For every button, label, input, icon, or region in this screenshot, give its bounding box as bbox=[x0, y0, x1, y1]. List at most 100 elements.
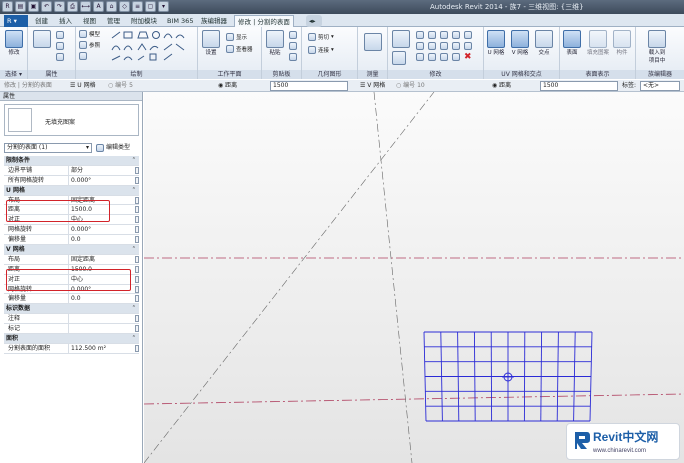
property-value[interactable]: 0.0 bbox=[68, 294, 133, 304]
associate-parameter-icon[interactable] bbox=[135, 275, 139, 283]
tab-insert[interactable]: 插入 bbox=[56, 15, 75, 27]
collapse-icon[interactable]: ⌃ bbox=[132, 186, 136, 195]
split-icon[interactable] bbox=[452, 31, 460, 39]
family-types-button[interactable] bbox=[56, 42, 64, 50]
associate-parameter-icon[interactable] bbox=[135, 265, 139, 273]
associate-parameter-icon[interactable] bbox=[135, 295, 139, 303]
property-row[interactable]: 布局 固定距离 bbox=[4, 254, 139, 265]
property-value[interactable]: 0.000° bbox=[68, 175, 133, 185]
trim-icon[interactable] bbox=[440, 42, 448, 50]
collapse-icon[interactable]: ⌃ bbox=[132, 156, 136, 165]
component-toggle[interactable]: 构件 bbox=[613, 30, 631, 56]
3d-view-icon[interactable]: ⌂ bbox=[106, 1, 117, 12]
collapse-icon[interactable]: ⌃ bbox=[132, 245, 136, 254]
drag-control-icon[interactable] bbox=[502, 371, 514, 383]
panel-label-select[interactable]: 选择 ▾ bbox=[0, 70, 27, 79]
print-icon[interactable]: ⎙ bbox=[67, 1, 78, 12]
surface-toggle[interactable]: 表面 bbox=[563, 30, 581, 56]
workplane-draw-button[interactable] bbox=[79, 52, 87, 60]
draw-tools-gallery[interactable] bbox=[110, 30, 194, 66]
tab-bim365[interactable]: BIM 365 bbox=[164, 15, 196, 27]
thin-lines-icon[interactable]: ≡ bbox=[132, 1, 143, 12]
measure-icon[interactable]: ⟷ bbox=[80, 1, 91, 12]
property-value[interactable]: 部分 bbox=[68, 165, 133, 175]
tab-create[interactable]: 创建 bbox=[32, 15, 51, 27]
measure-button[interactable] bbox=[364, 33, 382, 51]
associate-parameter-icon[interactable] bbox=[135, 325, 139, 333]
property-group-header[interactable]: U 网格 ⌃ bbox=[4, 185, 139, 196]
u-distance-field[interactable]: 1500 bbox=[270, 81, 348, 91]
pin-icon[interactable] bbox=[464, 31, 472, 39]
model-line-button[interactable]: 模型 bbox=[79, 30, 100, 38]
property-value[interactable] bbox=[68, 314, 133, 324]
undo-icon[interactable]: ↶ bbox=[41, 1, 52, 12]
modify-button[interactable]: 修改 bbox=[5, 30, 23, 56]
associate-parameter-icon[interactable] bbox=[135, 176, 139, 184]
join-geometry-button[interactable]: 连接 ▾ bbox=[308, 46, 334, 54]
tab-addins[interactable]: 附加模块 bbox=[128, 15, 160, 27]
tab-view[interactable]: 视图 bbox=[80, 15, 99, 27]
property-row[interactable]: 注释 bbox=[4, 314, 139, 325]
properties-button[interactable] bbox=[33, 30, 51, 48]
associate-parameter-icon[interactable] bbox=[135, 255, 139, 263]
u-number-radio[interactable]: ○ 编号 5 bbox=[108, 82, 133, 90]
associate-parameter-icon[interactable] bbox=[135, 344, 139, 352]
v-number-radio[interactable]: ○ 编号 10 bbox=[396, 82, 425, 90]
associate-parameter-icon[interactable] bbox=[135, 196, 139, 204]
property-group-header[interactable]: 面积 ⌃ bbox=[4, 334, 139, 344]
tag-dropdown[interactable]: <无> bbox=[640, 81, 680, 91]
v-distance-radio[interactable]: ◉ 距离 bbox=[492, 82, 511, 90]
fill-pattern-toggle[interactable]: 填充图案 bbox=[587, 30, 609, 56]
associate-parameter-icon[interactable] bbox=[135, 285, 139, 293]
delete-icon[interactable]: ✖ bbox=[464, 53, 472, 62]
offset-icon[interactable] bbox=[416, 31, 424, 39]
app-menu-icon[interactable]: R bbox=[2, 1, 13, 12]
align-button[interactable] bbox=[392, 30, 410, 48]
tab-family-editor[interactable]: 族编辑器 bbox=[198, 15, 230, 27]
ribbon-minimize-icon[interactable]: ◂▸ bbox=[306, 15, 322, 27]
type-selector-preview[interactable]: 无填充图案 bbox=[4, 104, 139, 136]
text-icon[interactable]: A bbox=[93, 1, 104, 12]
show-workplane-button[interactable]: 显示 bbox=[226, 33, 247, 41]
array-icon[interactable] bbox=[464, 42, 472, 50]
tab-modify-divided-surface[interactable]: 修改 | 分割的表面 bbox=[234, 15, 294, 27]
redo-icon[interactable]: ↷ bbox=[54, 1, 65, 12]
property-row[interactable]: 网格旋转 0.000° bbox=[4, 225, 139, 236]
associate-parameter-icon[interactable] bbox=[135, 216, 139, 224]
associate-parameter-icon[interactable] bbox=[135, 315, 139, 323]
associate-parameter-icon[interactable] bbox=[135, 206, 139, 214]
cut-to-clipboard-button[interactable] bbox=[289, 31, 297, 39]
intersects-button[interactable]: 交点 bbox=[535, 30, 553, 56]
type-properties-button[interactable] bbox=[56, 31, 64, 39]
match-type-button[interactable] bbox=[289, 53, 297, 61]
u-distance-radio[interactable]: ◉ 距离 bbox=[218, 82, 237, 90]
associate-parameter-icon[interactable] bbox=[135, 236, 139, 244]
paste-button[interactable]: 粘贴 bbox=[266, 30, 284, 56]
instance-filter-dropdown[interactable]: 分割的表面 (1) ▾ bbox=[4, 143, 92, 153]
family-category-button[interactable] bbox=[56, 53, 64, 61]
mirror-axis-icon[interactable] bbox=[428, 31, 436, 39]
drawing-area[interactable] bbox=[143, 91, 684, 463]
trim-extend-icon[interactable] bbox=[428, 53, 436, 61]
property-group-header[interactable]: 标识数据 ⌃ bbox=[4, 304, 139, 315]
property-row[interactable]: 边界平铺 部分 bbox=[4, 165, 139, 176]
tab-manage[interactable]: 管理 bbox=[104, 15, 123, 27]
section-icon[interactable]: ◇ bbox=[119, 1, 130, 12]
reference-line-button[interactable]: 参照 bbox=[79, 41, 100, 49]
rotate-icon[interactable] bbox=[428, 42, 436, 50]
set-workplane-button[interactable]: 设置 bbox=[202, 30, 220, 56]
property-row[interactable]: 所有网格旋转 0.000° bbox=[4, 175, 139, 186]
split-gap-icon[interactable] bbox=[440, 53, 448, 61]
property-row[interactable]: 分割表面的面积 112.500 m² bbox=[4, 343, 139, 354]
property-row[interactable]: 偏移量 0.0 bbox=[4, 294, 139, 305]
property-row[interactable]: 偏移量 0.0 bbox=[4, 235, 139, 246]
property-value[interactable]: 0.000° bbox=[68, 225, 133, 235]
scale-icon[interactable] bbox=[416, 53, 424, 61]
property-group-header[interactable]: 限制条件 ⌃ bbox=[4, 156, 139, 166]
application-menu-button[interactable]: R ▾ bbox=[4, 15, 28, 27]
property-value[interactable]: 112.500 m² bbox=[68, 343, 133, 353]
unpin-icon[interactable] bbox=[452, 42, 460, 50]
move-button[interactable] bbox=[392, 51, 406, 65]
copy-button[interactable] bbox=[289, 42, 297, 50]
property-value[interactable] bbox=[68, 324, 133, 334]
